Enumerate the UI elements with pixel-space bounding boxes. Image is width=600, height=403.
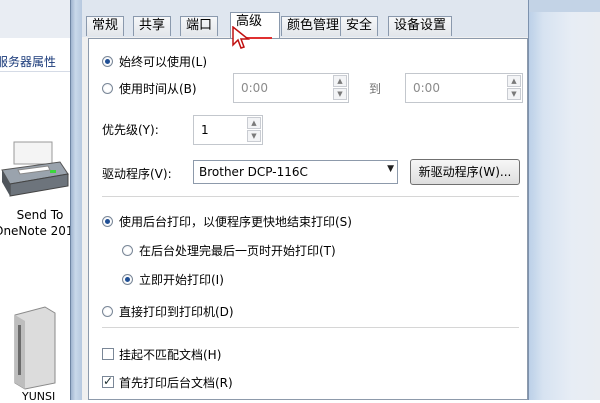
start-after-last-page-label: 在后台处理完最后一页时开始打印(T) (139, 244, 336, 258)
tab-strip: 常规 共享 端口 高级 颜色管理 安全 设备设置 (82, 0, 528, 38)
available-from-radio[interactable] (102, 83, 113, 94)
from-time-up-icon[interactable]: ▲ (333, 75, 347, 87)
priority-down-icon[interactable]: ▼ (247, 130, 261, 142)
start-after-last-page-radio[interactable] (122, 245, 133, 256)
to-time-up-icon[interactable]: ▲ (507, 75, 521, 87)
advanced-page: 始终可以使用(L) 使用时间从(B) 0:00 ▲ ▼ 到 0:00 ▲ ▼ 优先级… (88, 38, 528, 400)
dialog-frame-right (528, 0, 600, 400)
always-available-radio[interactable] (102, 56, 113, 67)
hold-mismatched-label: 挂起不匹配文档(H) (119, 348, 222, 362)
start-immediately-label: 立即开始打印(I) (139, 273, 224, 287)
to-time-down-icon[interactable]: ▼ (507, 88, 521, 100)
driver-label: 驱动程序(V): (102, 167, 172, 181)
mouse-cursor-icon (232, 26, 250, 49)
divider (102, 196, 519, 197)
from-time-spinner[interactable]: 0:00 ▲ ▼ (233, 73, 349, 103)
spool-label: 使用后台打印，以便程序更快地结束打印(S) (119, 215, 352, 229)
to-time-spinner[interactable]: 0:00 ▲ ▼ (405, 73, 523, 103)
always-available-label: 始终可以使用(L) (119, 55, 208, 69)
dialog-frame-left (70, 0, 82, 400)
tab-device-settings[interactable]: 设备设置 (388, 16, 453, 36)
drive-label: YUNSI (22, 390, 56, 403)
tab-general[interactable]: 常规 (86, 16, 125, 36)
spool-radio[interactable] (102, 216, 113, 227)
background-explorer: 服务器属性 Send To OneNote 201 YUNSI (0, 0, 80, 403)
tab-ports[interactable]: 端口 (180, 16, 219, 36)
advanced-tab-panel: 始终可以使用(L) 使用时间从(B) 0:00 ▲ ▼ 到 0:00 ▲ ▼ 优先级… (82, 37, 528, 400)
tab-color-management[interactable]: 颜色管理 (281, 16, 346, 36)
priority-spinner[interactable]: 1 ▲ ▼ (193, 115, 263, 145)
server-properties-link[interactable]: 服务器属性 (0, 50, 80, 72)
print-direct-label: 直接打印到打印机(D) (119, 305, 234, 319)
print-direct-radio[interactable] (102, 306, 113, 317)
tab-security[interactable]: 安全 (340, 16, 379, 36)
explorer-toolbar (0, 0, 80, 38)
available-from-label: 使用时间从(B) (119, 82, 197, 96)
print-spooled-first-checkbox[interactable] (102, 374, 114, 388)
print-spooled-first-label: 首先打印后台文档(R) (119, 376, 233, 390)
printer-icon[interactable] (0, 140, 70, 202)
printer-label: Send To OneNote 201 (0, 208, 74, 238)
priority-up-icon[interactable]: ▲ (247, 117, 261, 129)
from-time-down-icon[interactable]: ▼ (333, 88, 347, 100)
drive-icon[interactable] (5, 305, 60, 390)
priority-label: 优先级(Y): (102, 123, 159, 137)
start-immediately-radio[interactable] (122, 274, 133, 285)
chevron-down-icon: ▼ (387, 164, 394, 174)
new-driver-button[interactable]: 新驱动程序(W)... (410, 159, 520, 185)
driver-select[interactable]: Brother DCP-116C ▼ (193, 160, 398, 184)
to-label: 到 (369, 82, 382, 96)
tab-sharing[interactable]: 共享 (133, 16, 172, 36)
divider (102, 327, 519, 328)
hold-mismatched-checkbox[interactable] (102, 348, 114, 360)
